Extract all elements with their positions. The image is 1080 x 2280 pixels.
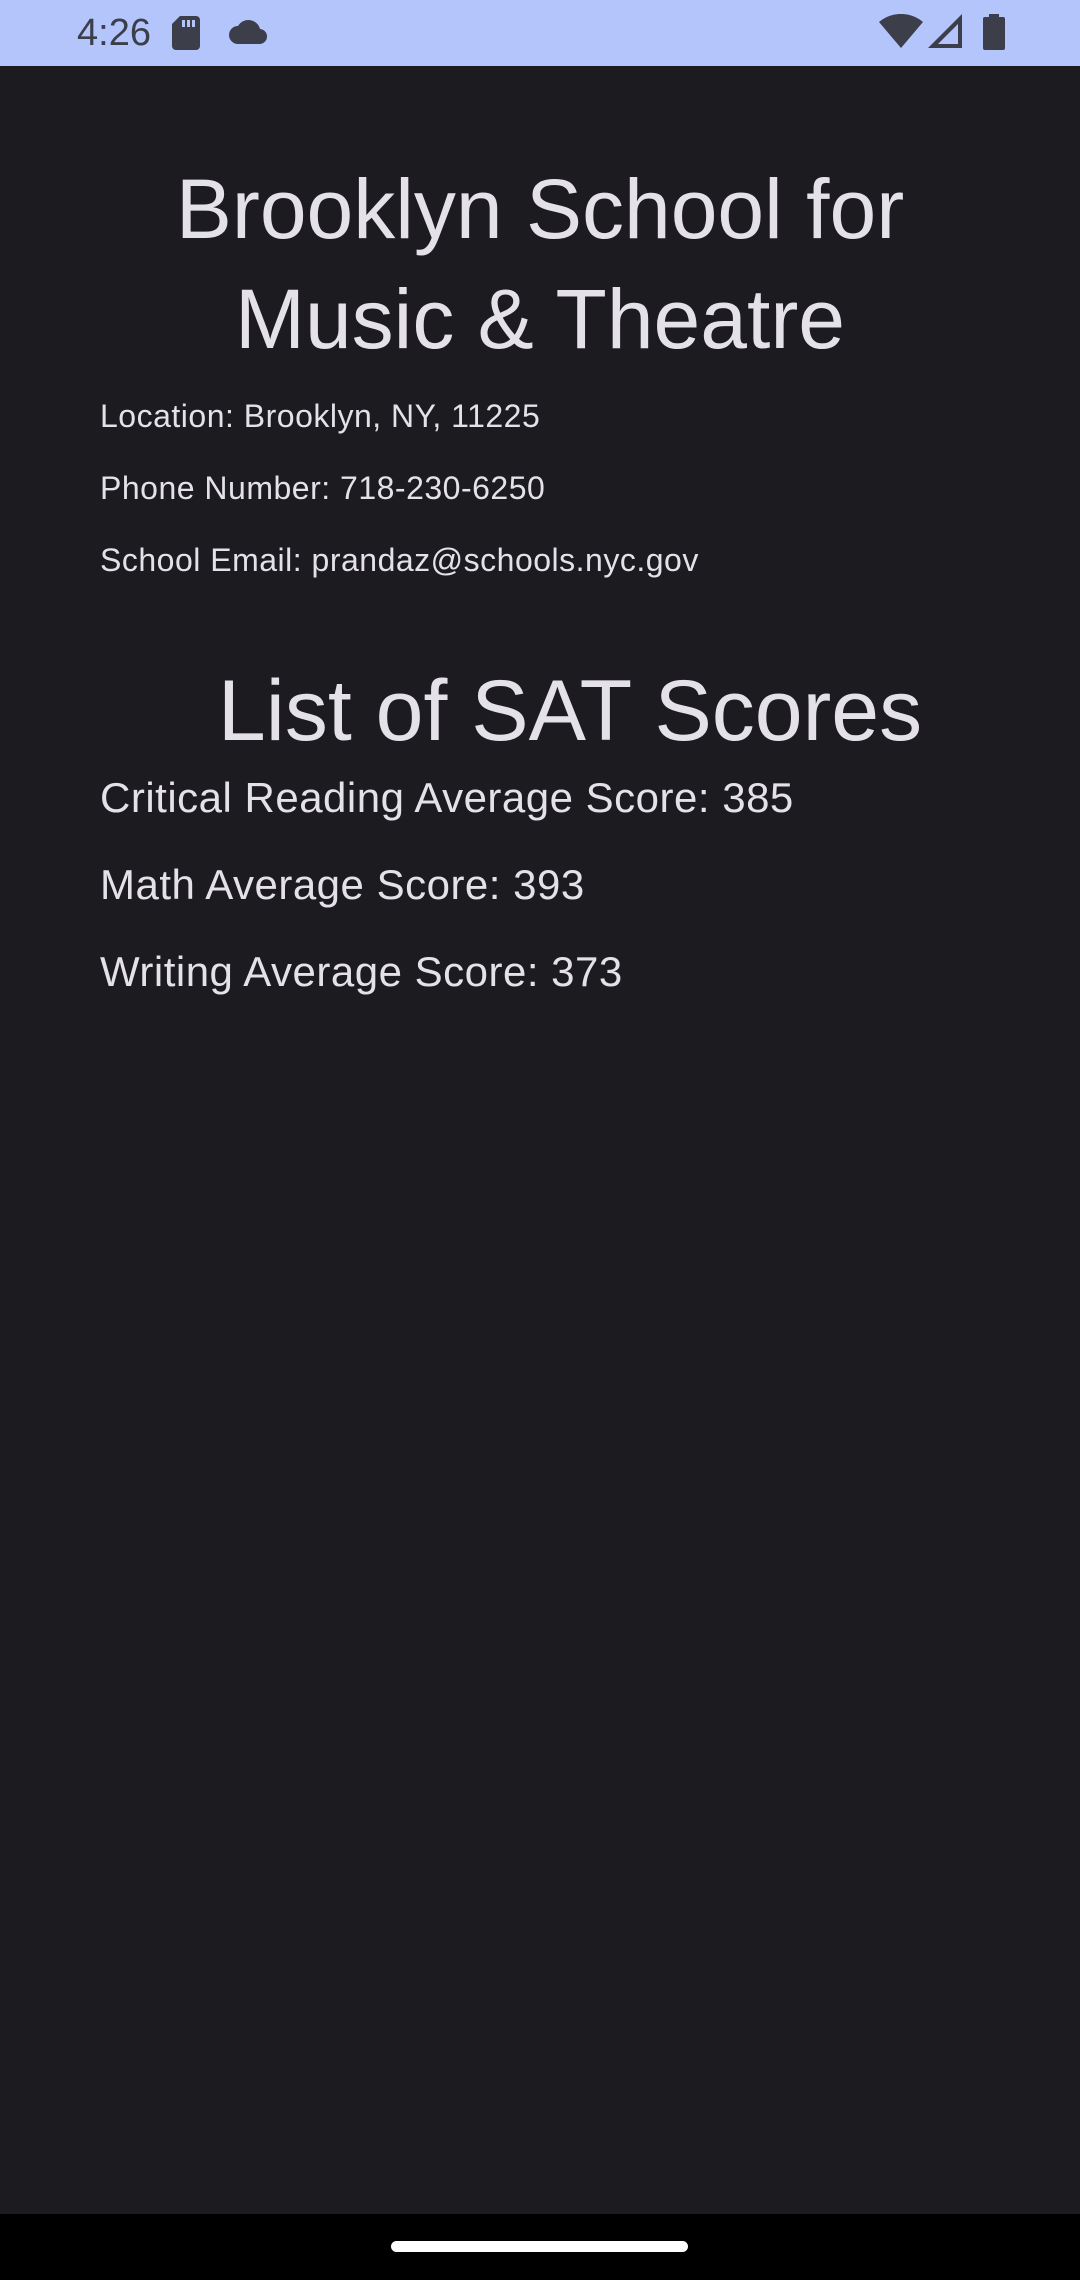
sat-scores-heading: List of SAT Scores bbox=[217, 663, 923, 759]
school-detail-screen: Brooklyn School for Music & Theatre Loca… bbox=[0, 66, 1080, 2214]
school-name-title: Brooklyn School for Music & Theatre bbox=[175, 162, 905, 366]
home-gesture-handle[interactable] bbox=[391, 2241, 688, 2252]
status-bar: 4:26 bbox=[0, 0, 1080, 66]
status-time: 4:26 bbox=[77, 12, 151, 54]
school-location: Location: Brooklyn, NY, 11225 bbox=[100, 398, 541, 434]
school-email: School Email: prandaz@schools.nyc.gov bbox=[100, 542, 699, 578]
battery-icon bbox=[983, 14, 1005, 55]
signal-icon bbox=[928, 14, 964, 55]
critical-reading-score: Critical Reading Average Score: 385 bbox=[100, 774, 794, 821]
writing-score: Writing Average Score: 373 bbox=[100, 948, 623, 995]
navigation-bar bbox=[0, 2214, 1080, 2280]
school-phone: Phone Number: 718-230-6250 bbox=[100, 470, 546, 506]
math-score: Math Average Score: 393 bbox=[100, 861, 585, 908]
sd-card-icon bbox=[172, 16, 200, 55]
cloud-icon bbox=[228, 18, 268, 51]
wifi-icon bbox=[879, 13, 923, 55]
